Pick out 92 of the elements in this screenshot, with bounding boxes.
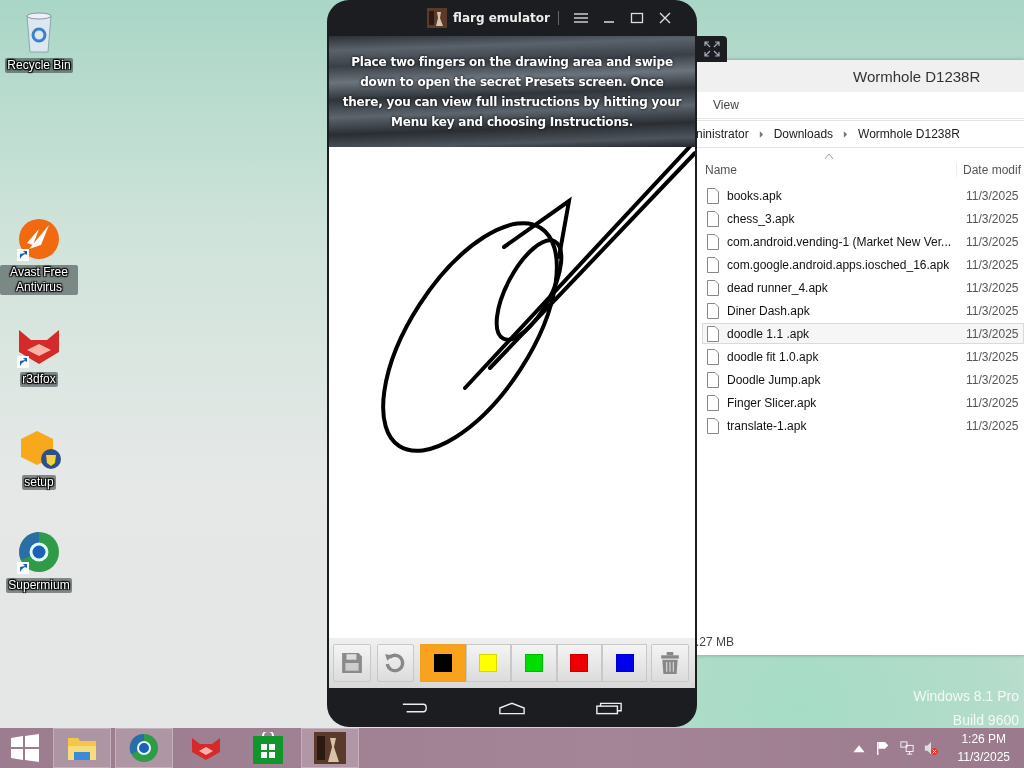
speaker-muted-icon[interactable] [923, 741, 938, 755]
file-date: 11/3/2025 [966, 303, 1019, 318]
file-name: com.android.vending-1 (Market New Ver... [727, 234, 953, 249]
home-icon[interactable] [498, 700, 526, 715]
file-name: Finger Slicer.apk [727, 395, 818, 410]
file-icon [707, 394, 719, 411]
file-name: Diner Dash.apk [727, 303, 811, 318]
drawing-canvas[interactable] [329, 147, 695, 638]
status-text: .27 MB [696, 635, 734, 649]
color-button[interactable] [465, 644, 512, 682]
save-icon [340, 652, 363, 674]
file-row[interactable]: doodle 1.1 .apk 11/3/2025 [702, 323, 1024, 344]
sort-icon [825, 154, 833, 159]
file-row[interactable]: Doodle Jump.apk 11/3/2025 [702, 369, 1024, 390]
taskbar-app[interactable] [301, 728, 359, 768]
undo-icon [384, 652, 407, 674]
edition-text: Windows 8.1 Pro [913, 687, 1019, 706]
file-row[interactable]: dead runner_4.apk 11/3/2025 [702, 277, 1024, 298]
file-icon [707, 325, 719, 342]
flag-icon[interactable] [875, 741, 890, 755]
file-icon [707, 302, 719, 319]
file-row[interactable]: doodle fit 1.0.apk 11/3/2025 [702, 346, 1024, 367]
fullscreen-button[interactable] [697, 36, 727, 62]
file-name: chess_3.apk [727, 211, 796, 226]
file-row[interactable]: com.google.android.apps.iosched_16.apk 11/3/2025 [702, 254, 1024, 275]
file-date: 11/3/2025 [966, 349, 1019, 364]
address-bar[interactable]: ninistrator Downloads Wormhole D1238R [696, 120, 1024, 148]
file-date: 11/3/2025 [966, 188, 1019, 203]
store-icon [252, 732, 284, 764]
file-icon [707, 417, 719, 434]
window-title: Wormhole D1238R [853, 67, 981, 85]
file-icon [707, 348, 719, 365]
icon-label[interactable]: Avast Free Antivirus [0, 265, 78, 295]
file-date: 11/3/2025 [966, 257, 1019, 272]
network-icon[interactable] [899, 741, 914, 755]
trash-icon [659, 652, 682, 674]
breadcrumb[interactable]: Downloads [773, 127, 834, 141]
clock-date[interactable]: 11/3/2025 [957, 748, 1010, 766]
file-icon [707, 187, 719, 204]
icon-label[interactable]: Recycle Bin [5, 58, 73, 73]
clock-time[interactable]: 1:26 PM [961, 730, 1007, 748]
expand-icon [704, 41, 720, 57]
file-icon [707, 210, 719, 227]
undo-button[interactable] [376, 644, 415, 682]
file-icon [707, 256, 719, 273]
file-name: com.google.android.apps.iosched_16.apk [727, 257, 951, 272]
maximize-icon[interactable] [630, 12, 644, 24]
file-name: doodle 1.1 .apk [727, 326, 811, 341]
column-header[interactable]: Date modif [956, 163, 1022, 177]
file-icon [707, 279, 719, 296]
file-row[interactable]: translate-1.apk 11/3/2025 [702, 415, 1024, 436]
menu-icon[interactable] [574, 12, 588, 24]
recent-apps-icon[interactable] [594, 700, 623, 715]
color-button[interactable] [602, 644, 648, 682]
breadcrumb[interactable]: Wormhole D1238R [858, 127, 960, 141]
file-name: Doodle Jump.apk [727, 372, 822, 387]
file-name: books.apk [727, 188, 783, 203]
file-date: 11/3/2025 [966, 395, 1019, 410]
file-date: 11/3/2025 [966, 326, 1019, 341]
file-icon [707, 371, 719, 388]
chevron-icon [843, 130, 849, 138]
file-row[interactable]: chess_3.apk 11/3/2025 [702, 208, 1024, 229]
globe-icon [128, 732, 160, 764]
close-icon[interactable] [658, 12, 672, 24]
app-icon [314, 732, 346, 764]
column-header[interactable]: Name [705, 163, 956, 177]
file-name: translate-1.apk [727, 418, 808, 433]
edition-text: Build 9600 [952, 711, 1019, 730]
instruction-text: Place two fingers on the drawing area and swipe down to open the secret Presets screen. Once there, you can view full instructions by hitting your Menu key and choosing Instructions. [341, 53, 683, 131]
chevron-icon [758, 130, 764, 138]
menu-item[interactable]: View [713, 98, 739, 112]
file-row[interactable]: com.android.vending-1 (Market New Ver... 11/3/2025 [702, 231, 1024, 252]
color-button[interactable] [556, 644, 602, 682]
file-name: dead runner_4.apk [727, 280, 829, 295]
file-date: 11/3/2025 [966, 418, 1019, 433]
file-row[interactable]: Diner Dash.apk 11/3/2025 [702, 300, 1024, 321]
file-date: 11/3/2025 [966, 280, 1019, 295]
file-icon [707, 233, 719, 250]
save-button[interactable] [333, 644, 371, 682]
file-row[interactable]: books.apk 11/3/2025 [702, 185, 1024, 206]
breadcrumb[interactable]: ninistrator [696, 127, 749, 141]
taskbar-app[interactable] [115, 728, 173, 768]
windows-start-icon[interactable] [11, 734, 39, 762]
file-name: doodle fit 1.0.apk [727, 349, 820, 364]
file-date: 11/3/2025 [966, 234, 1019, 249]
file-date: 11/3/2025 [966, 211, 1019, 226]
file-date: 11/3/2025 [966, 372, 1019, 387]
file-row[interactable]: Finger Slicer.apk 11/3/2025 [702, 392, 1024, 413]
color-button[interactable] [511, 644, 557, 682]
window-title: flarg emulator [453, 11, 559, 25]
color-button[interactable] [420, 644, 466, 682]
app-icon [427, 8, 447, 28]
